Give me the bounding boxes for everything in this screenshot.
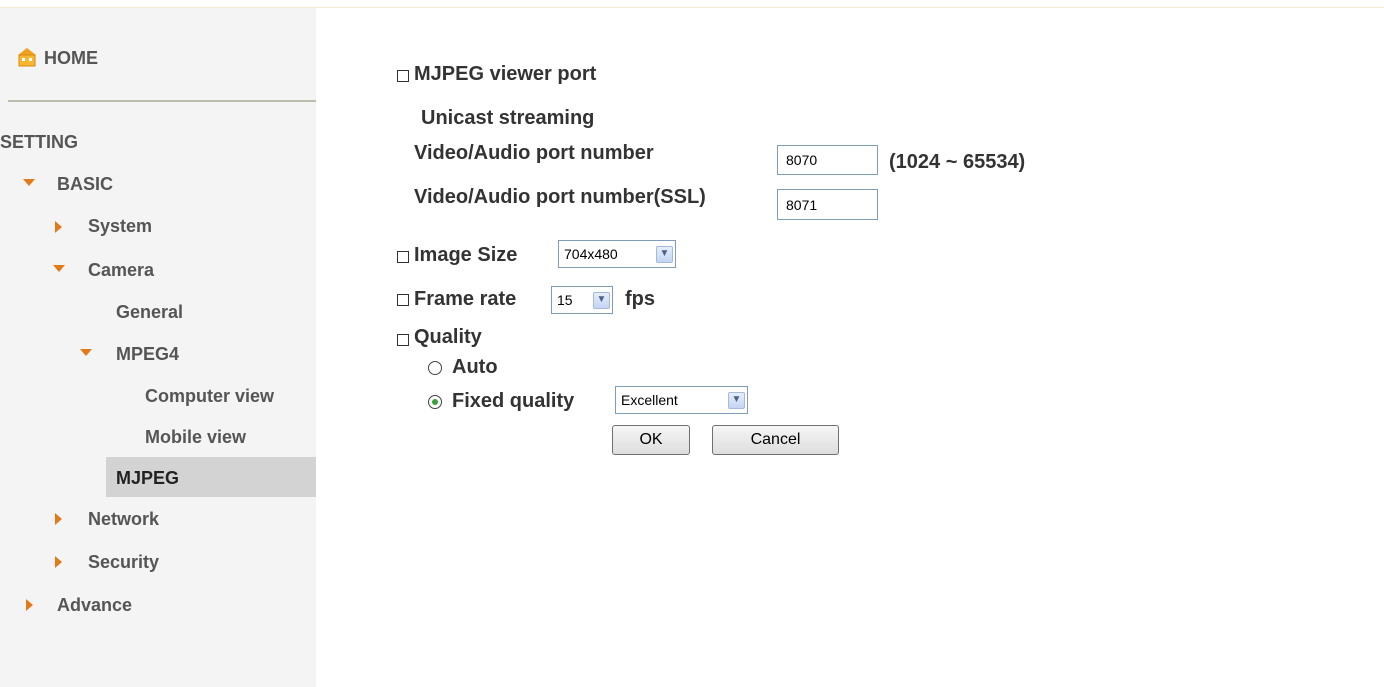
collapse-triangle-icon [55,513,62,525]
sidebar-item-advance[interactable]: Advance [57,595,132,616]
sidebar-item-mobile-view[interactable]: Mobile view [145,427,246,448]
section-title-viewer-port: MJPEG viewer port [414,63,597,85]
ssl-port-number-label: Video/Audio port number(SSL) [414,186,706,208]
sidebar-item-camera[interactable]: Camera [88,260,154,281]
image-size-select[interactable]: 704x480 ▼ [558,240,676,268]
expand-triangle-icon [53,265,65,272]
expand-triangle-icon [80,349,92,356]
chevron-down-icon: ▼ [728,391,745,409]
sidebar-item-system[interactable]: System [88,216,152,237]
quality-auto-label: Auto [452,356,498,378]
collapse-triangle-icon [26,599,33,611]
port-number-label: Video/Audio port number [414,142,654,164]
ok-button[interactable]: OK [612,425,690,455]
image-size-label: Image Size [414,244,518,266]
fixed-quality-value: Excellent [621,392,678,408]
section-bullet-icon [397,251,409,263]
image-size-value: 704x480 [564,246,618,262]
sidebar-heading-setting: SETTING [0,132,79,152]
frame-rate-value: 15 [557,292,573,308]
sidebar-item-basic[interactable]: BASIC [57,174,113,195]
sidebar-item-home[interactable]: HOME [44,48,98,69]
port-range-hint: (1024 ~ 65534) [889,151,1026,173]
collapse-triangle-icon [55,221,62,233]
section-bullet-icon [397,334,409,346]
frame-rate-label: Frame rate [414,288,517,310]
quality-auto-radio[interactable] [428,361,442,375]
cancel-button[interactable]: Cancel [712,425,839,455]
sidebar-divider [8,100,316,102]
expand-triangle-icon [23,179,35,186]
unicast-streaming-label: Unicast streaming [421,107,595,129]
sidebar-item-general[interactable]: General [116,302,183,323]
home-icon[interactable] [16,46,38,68]
section-bullet-icon [397,294,409,306]
quality-fixed-label: Fixed quality [452,390,575,412]
port-number-input[interactable] [777,145,878,175]
chevron-down-icon: ▼ [593,291,610,309]
frame-rate-select[interactable]: 15 ▼ [551,286,613,314]
sidebar-item-security[interactable]: Security [88,552,159,573]
fps-unit-label: fps [625,288,655,310]
sidebar-item-mjpeg[interactable]: MJPEG [116,468,179,489]
fixed-quality-select[interactable]: Excellent ▼ [615,386,748,414]
sidebar-item-mpeg4[interactable]: MPEG4 [116,344,179,365]
chevron-down-icon: ▼ [656,245,673,263]
sidebar-item-computer-view[interactable]: Computer view [145,386,274,407]
quality-label: Quality [414,326,482,348]
sidebar-item-network[interactable]: Network [88,509,159,530]
quality-fixed-radio[interactable] [428,395,442,409]
collapse-triangle-icon [55,556,62,568]
ssl-port-number-input[interactable] [777,189,878,220]
section-bullet-icon [397,70,409,82]
